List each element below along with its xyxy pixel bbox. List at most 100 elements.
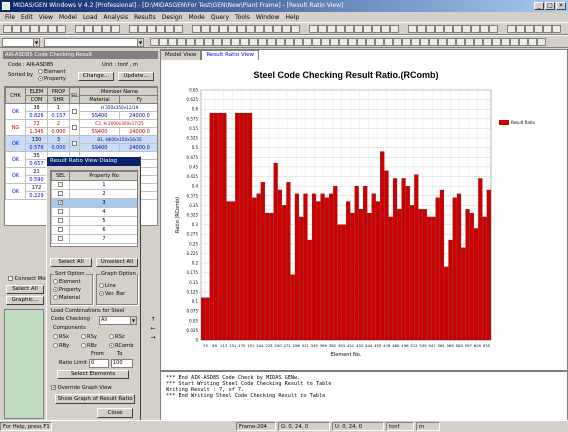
toolbar-button[interactable] xyxy=(231,38,240,46)
toolbar-button[interactable] xyxy=(147,25,156,33)
bar[interactable] xyxy=(410,205,415,341)
ratio-from-input[interactable]: 0 xyxy=(89,359,109,368)
toolbar-button[interactable] xyxy=(246,25,255,33)
bar[interactable] xyxy=(209,112,214,341)
table-row[interactable]: NG 72 2 C2, H 2000x300x17/25 xyxy=(5,119,157,136)
bar[interactable] xyxy=(478,178,483,341)
property-checkbox[interactable] xyxy=(58,218,63,223)
bar[interactable] xyxy=(320,193,325,341)
toolbar-button[interactable] xyxy=(213,38,222,46)
toolbar-button[interactable] xyxy=(240,38,249,46)
toolbar-button[interactable] xyxy=(363,25,372,33)
bar[interactable] xyxy=(277,189,282,341)
property-checkbox[interactable] xyxy=(58,209,63,214)
bar[interactable] xyxy=(465,209,470,341)
toolbar-button[interactable] xyxy=(519,38,528,46)
menu-edit[interactable]: Edit xyxy=(18,14,36,21)
toolbar-button[interactable] xyxy=(219,25,228,33)
property-row[interactable]: 1 xyxy=(51,180,137,190)
property-checkbox[interactable] xyxy=(58,191,63,196)
comp-rsx[interactable]: RSx xyxy=(53,334,69,340)
comp-rcomb[interactable]: RComb xyxy=(109,343,134,349)
toolbar-button[interactable] xyxy=(48,25,57,33)
status-unit-length[interactable]: m xyxy=(416,422,440,431)
bar[interactable] xyxy=(222,112,227,341)
toolbar-button[interactable] xyxy=(528,38,537,46)
toolbar-button[interactable] xyxy=(330,38,339,46)
menu-results[interactable]: Results xyxy=(131,14,159,21)
toolbar-button[interactable] xyxy=(186,38,195,46)
property-row[interactable]: 6 xyxy=(51,225,137,235)
toolbar-button[interactable] xyxy=(159,38,168,46)
bar[interactable] xyxy=(239,112,244,341)
bar[interactable] xyxy=(341,224,346,341)
toolbar-button[interactable] xyxy=(462,25,471,33)
toolbar-button[interactable] xyxy=(435,25,444,33)
toolbar-button[interactable] xyxy=(525,25,534,33)
toolbar-button[interactable] xyxy=(165,25,174,33)
bar[interactable] xyxy=(354,186,359,341)
toolbar-button[interactable] xyxy=(426,25,435,33)
toolbar-button[interactable] xyxy=(177,38,186,46)
bar[interactable] xyxy=(380,151,385,341)
bar[interactable] xyxy=(482,216,487,341)
left-select-all-button[interactable]: Select All xyxy=(6,285,44,294)
toolbar-button[interactable] xyxy=(429,38,438,46)
property-checkbox[interactable]: ✓ xyxy=(58,200,63,206)
bar[interactable] xyxy=(316,201,321,341)
toolbar-button[interactable] xyxy=(408,25,417,33)
toolbar-button[interactable] xyxy=(390,25,399,33)
toolbar-button[interactable] xyxy=(156,25,165,33)
toolbar-button[interactable] xyxy=(474,38,483,46)
bar[interactable] xyxy=(324,197,329,341)
bar[interactable] xyxy=(456,193,462,341)
tab-result-ratio-view[interactable]: Result Ratio View xyxy=(201,50,259,60)
toolbar-button[interactable] xyxy=(303,38,312,46)
toolbar-button[interactable] xyxy=(210,25,219,33)
bar[interactable] xyxy=(218,112,223,341)
bar[interactable] xyxy=(486,189,491,341)
property-row[interactable]: 2 xyxy=(51,189,137,199)
menu-view[interactable]: View xyxy=(36,14,56,21)
comp-rbz[interactable]: RBz xyxy=(81,343,97,349)
bar[interactable] xyxy=(252,197,257,341)
menu-design[interactable]: Design xyxy=(159,14,186,21)
property-checkbox[interactable] xyxy=(58,182,63,187)
toolbar-button[interactable] xyxy=(255,25,264,33)
toolbar-button[interactable] xyxy=(57,25,66,33)
toolbar-button[interactable] xyxy=(318,25,327,33)
bar[interactable] xyxy=(299,216,304,341)
toolbar-button[interactable] xyxy=(75,25,84,33)
bar[interactable] xyxy=(392,178,398,341)
toolbar-button[interactable] xyxy=(393,38,402,46)
toolbar-button[interactable] xyxy=(501,38,510,46)
toolbar-button[interactable] xyxy=(402,38,411,46)
bar[interactable] xyxy=(375,201,381,341)
toolbar-button[interactable] xyxy=(537,38,546,46)
bar[interactable] xyxy=(256,193,261,341)
bar[interactable] xyxy=(363,186,368,341)
toolbar-button[interactable] xyxy=(273,25,282,33)
toolbar-button[interactable] xyxy=(372,25,381,33)
table-row[interactable]: 0.826 0.157 SS400 24000.0 xyxy=(5,111,157,120)
selection-combo[interactable]: ▼ xyxy=(44,38,144,47)
maximize-button[interactable]: □ xyxy=(545,2,555,10)
comp-rsy[interactable]: RSy xyxy=(81,334,97,340)
group-combo[interactable]: ▼ xyxy=(2,38,40,47)
arrow-right-icon[interactable]: → xyxy=(148,333,158,342)
bar[interactable] xyxy=(247,112,253,341)
bar[interactable] xyxy=(290,274,295,341)
toolbar-button[interactable] xyxy=(309,25,318,33)
table-row[interactable]: 1.345 0.000 SS400 24000.0 xyxy=(5,127,157,136)
sort-property-radio[interactable]: Property xyxy=(38,76,66,82)
close-button[interactable]: Close xyxy=(97,408,133,418)
bar[interactable] xyxy=(265,212,270,341)
bar[interactable] xyxy=(337,224,342,341)
toolbar-button[interactable] xyxy=(150,38,159,46)
menu-file[interactable]: File xyxy=(2,14,18,21)
toolbar-button[interactable] xyxy=(381,25,390,33)
close-window-button[interactable]: × xyxy=(556,2,566,10)
bar[interactable] xyxy=(226,201,231,341)
minimize-button[interactable]: _ xyxy=(534,2,544,10)
menu-tools[interactable]: Tools xyxy=(232,14,253,21)
